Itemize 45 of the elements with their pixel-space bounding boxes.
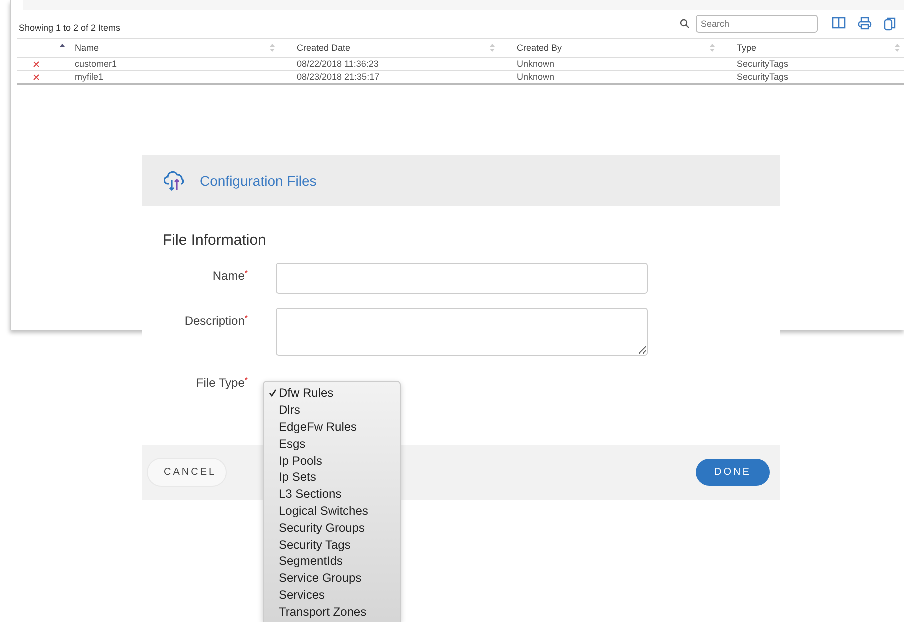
table-cell-text: 08/23/2018 21:35:17 [296,72,381,82]
column-header[interactable]: Name [75,43,100,53]
columns-icon[interactable] [832,17,846,29]
search-icon [680,19,690,29]
menu-option[interactable]: Ip Sets [264,468,400,486]
column-header[interactable]: Created Date [297,43,351,53]
search-field[interactable]: Search [696,15,818,33]
menu-option[interactable]: Transport Zones [264,603,400,620]
done-button[interactable]: DONE [696,459,770,486]
column-header[interactable]: Created By [517,43,562,53]
menu-option[interactable]: Esgs [264,435,400,452]
table-cell-text: SecurityTags [736,59,790,69]
menu-option[interactable]: L3 Sections [264,486,400,503]
field-label: File Type* [195,375,248,390]
column-header[interactable]: Type [737,43,757,53]
menu-option[interactable]: Ip Pools [264,452,400,469]
field-label: Description* [184,313,248,330]
table-cell-text: Unknown [516,72,556,82]
copy-icon[interactable] [884,17,896,31]
delete-icon[interactable] [33,60,40,68]
menu-option[interactable]: Service Groups [264,570,400,587]
delete-icon[interactable] [33,74,40,80]
menu-option[interactable]: EdgeFw Rules [264,418,400,436]
description-field[interactable] [276,308,648,356]
table-cell-text: SecurityTags [736,72,790,82]
cancel-button[interactable]: CANCEL [148,459,226,486]
menu-option[interactable]: Dlrs [264,402,400,419]
cloud-transfer-icon [164,170,186,192]
item-count: Showing 1 to 2 of 2 Items [19,23,122,33]
section-title: File Information [163,232,268,249]
menu-option[interactable]: Security Tags [264,536,400,553]
menu-option[interactable]: Dfw Rules [264,385,400,402]
menu-option[interactable]: Logical Switches [264,502,400,520]
dialog-title: Configuration Files [200,172,317,188]
print-icon[interactable] [858,17,872,30]
table-cell-text: customer1 [74,59,118,69]
menu-option[interactable]: Services [264,586,400,604]
field-label: Name* [212,268,248,285]
menu-option[interactable]: SegmentIds [264,552,400,570]
menu-option[interactable]: Security Groups [264,519,400,536]
check-icon [269,389,277,398]
name-field[interactable] [276,263,648,294]
table-cell-text: myfile1 [74,72,105,82]
table-cell-text: Unknown [516,59,556,69]
table-cell-text: 08/22/2018 11:36:23 [296,59,380,69]
